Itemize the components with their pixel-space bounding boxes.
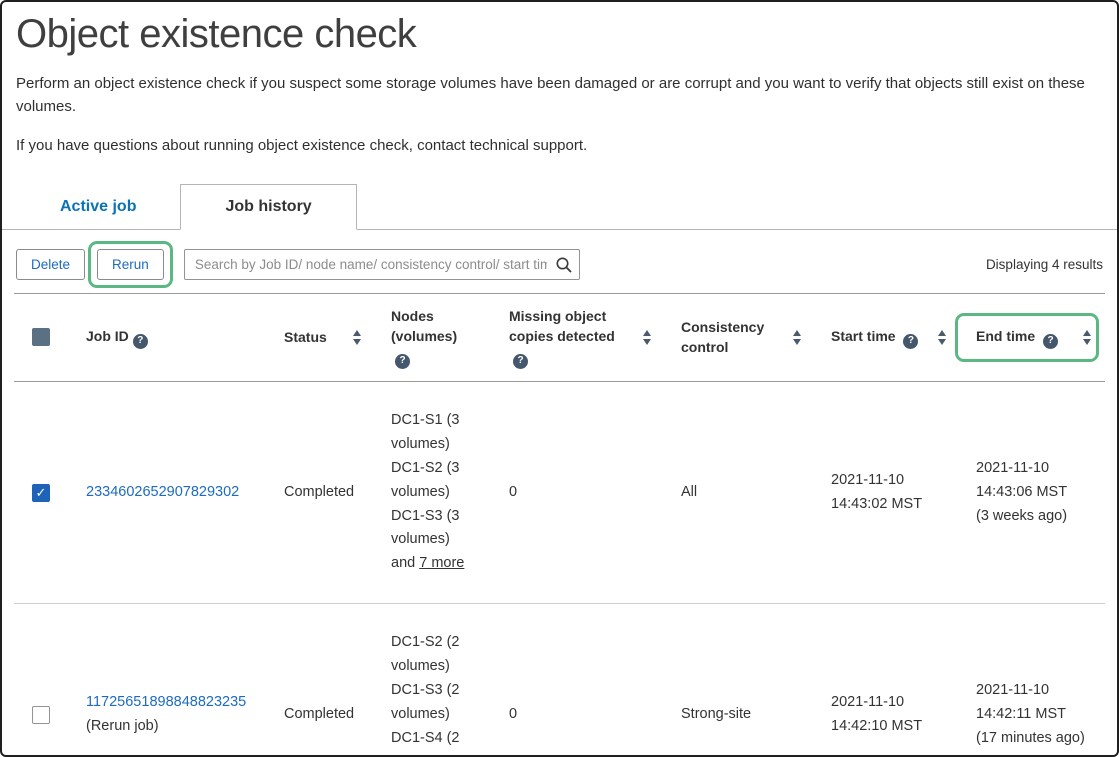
help-icon[interactable]: ? [513,354,528,369]
column-header-consistency: Consistency control [665,317,815,358]
help-icon[interactable]: ? [395,354,410,369]
missing-copies-cell: 0 [493,481,665,505]
start-time-cell: 2021-11-10 14:42:10 MST [815,691,960,739]
more-nodes-link[interactable]: 7 more [419,555,464,571]
table-row: ✓ 2334602652907829302 Completed DC1-S1 (… [14,382,1105,604]
sort-icon[interactable] [787,330,801,345]
tab-job-history[interactable]: Job history [180,184,356,230]
end-time-cell: 2021-11-10 14:42:11 MST (17 minutes ago) [960,679,1105,751]
app-window: Object existence check Perform an object… [0,0,1119,757]
column-header-nodes: Nodes (volumes) ? [375,306,493,369]
search-icon[interactable] [555,256,573,279]
sort-icon[interactable] [1077,330,1091,345]
table-header: Job ID? Status Nodes (volumes) ? Missing… [14,293,1105,382]
tab-active-job[interactable]: Active job [16,185,180,229]
help-icon[interactable]: ? [133,334,148,349]
help-icon[interactable]: ? [1043,334,1058,349]
search-input[interactable] [184,249,580,280]
missing-copies-cell: 0 [493,703,665,727]
help-icon[interactable]: ? [903,334,918,349]
nodes-cell: DC1-S1 (3 volumes) DC1-S2 (3 volumes) DC… [375,409,493,576]
nodes-cell: DC1-S2 (2 volumes) DC1-S3 (2 volumes) DC… [375,631,493,757]
sort-icon[interactable] [347,330,361,345]
job-id-cell: 11725651898848823235 (Rerun job) [70,691,268,739]
column-header-missing-copies: Missing object copies detected ? [493,306,665,369]
job-id-cell: 2334602652907829302 [70,481,268,505]
sort-icon[interactable] [637,330,651,345]
delete-button[interactable]: Delete [16,249,85,280]
consistency-cell: All [665,481,815,505]
column-header-status: Status [268,327,375,347]
support-note: If you have questions about running obje… [16,135,1094,158]
select-all-checkbox[interactable] [32,328,50,346]
column-header-end-time: End time ? [960,326,1105,349]
column-header-start-time: Start time ? [815,326,960,349]
column-header-job-id: Job ID? [70,326,268,349]
end-time-cell: 2021-11-10 14:43:06 MST (3 weeks ago) [960,457,1105,529]
sort-icon[interactable] [932,330,946,345]
status-cell: Completed [268,703,375,727]
toolbar: Delete Rerun Displaying 4 results [16,249,1103,280]
job-note: (Rerun job) [86,715,258,739]
job-id-link[interactable]: 11725651898848823235 [86,694,246,710]
row-checkbox[interactable]: ✓ [32,484,50,502]
status-cell: Completed [268,481,375,505]
results-count: Displaying 4 results [986,257,1103,272]
consistency-cell: Strong-site [665,703,815,727]
tab-bar: Active job Job history [2,184,1117,230]
page-description: Perform an object existence check if you… [16,73,1094,118]
start-time-cell: 2021-11-10 14:43:02 MST [815,469,960,517]
table-row: 11725651898848823235 (Rerun job) Complet… [14,604,1105,757]
rerun-button[interactable]: Rerun [97,249,164,280]
row-checkbox[interactable] [32,706,50,724]
page-title: Object existence check [16,12,1117,57]
job-id-link[interactable]: 2334602652907829302 [86,484,239,500]
